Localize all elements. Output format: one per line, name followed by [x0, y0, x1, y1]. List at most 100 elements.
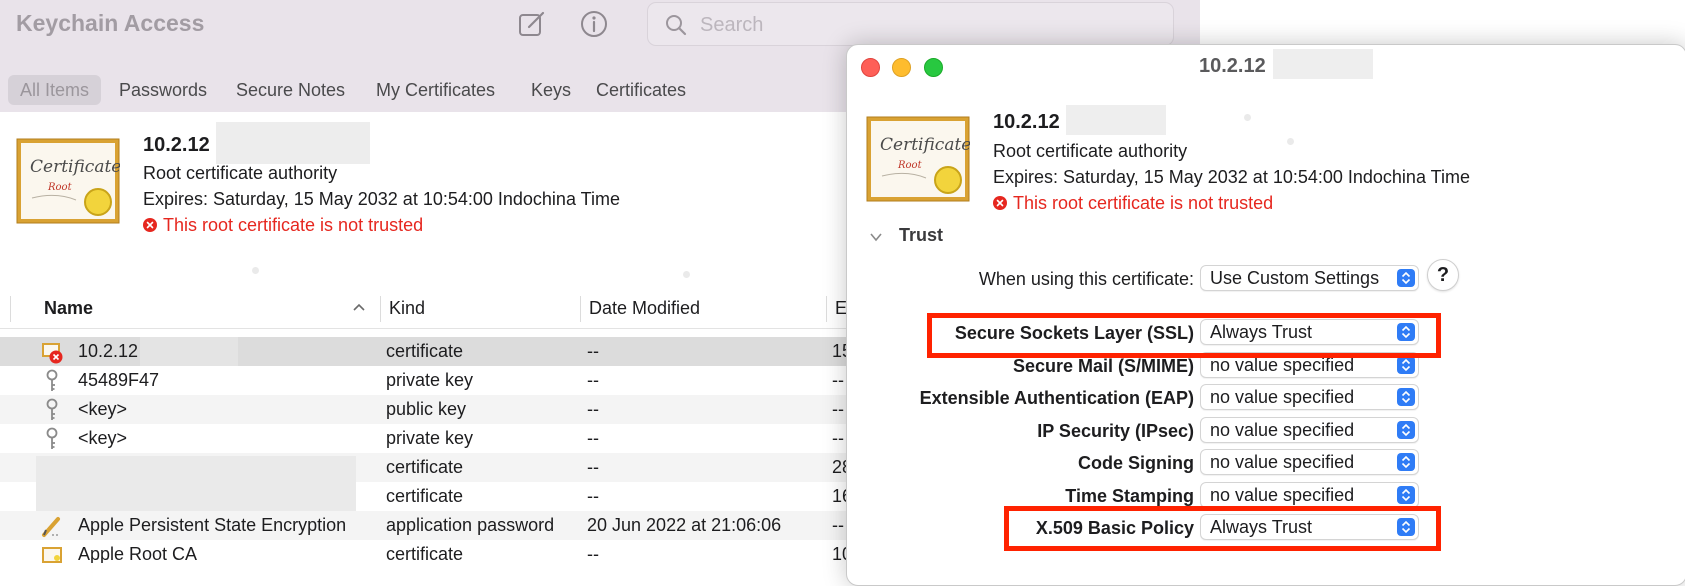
code-signing-value: no value specified [1210, 452, 1355, 472]
row-expires: -- [832, 515, 844, 535]
tab-passwords[interactable]: Passwords [119, 75, 207, 105]
chevron-updown-icon [1397, 486, 1415, 504]
chevron-updown-icon [1397, 269, 1415, 287]
trust-section-header[interactable]: Trust [899, 225, 943, 246]
compose-icon[interactable] [516, 8, 548, 40]
smime-value: no value specified [1210, 355, 1355, 375]
redacted-area [1273, 49, 1373, 79]
tab-my-certificates[interactable]: My Certificates [376, 75, 495, 105]
minimize-button[interactable] [892, 58, 911, 77]
info-icon[interactable] [578, 8, 610, 40]
trust-warning-text: This root certificate is not trusted [163, 215, 424, 235]
row-expires: -- [832, 428, 844, 448]
certificate-icon: Certificate Root [16, 138, 120, 224]
dialog-trust-warning-text: This root certificate is not trusted [1013, 193, 1274, 213]
row-kind: certificate [386, 486, 464, 506]
row-kind: private key [386, 428, 474, 448]
svg-text:Certificate: Certificate [880, 135, 970, 155]
svg-text:Certificate: Certificate [30, 157, 120, 177]
row-kind: certificate [386, 457, 464, 477]
column-name-header[interactable]: Name [44, 298, 93, 319]
error-icon [993, 196, 1007, 210]
row-date-modified: -- [587, 341, 599, 361]
smime-label: Secure Mail (S/MIME) [1012, 356, 1194, 376]
column-kind-header[interactable]: Kind [389, 298, 425, 319]
app-title: Keychain Access [16, 10, 205, 36]
decorative-dot [1244, 114, 1251, 121]
time-stamping-popup[interactable]: no value specified [1200, 482, 1419, 508]
chevron-updown-icon [1397, 356, 1415, 374]
eap-label: Extensible Authentication (EAP) [919, 388, 1194, 408]
row-date-modified: -- [587, 457, 599, 477]
ipsec-value: no value specified [1210, 420, 1355, 440]
row-name: 10.2.12 [78, 341, 139, 361]
column-divider [826, 296, 827, 322]
certificate-type: Root certificate authority [143, 163, 338, 183]
redacted-area [36, 456, 356, 519]
time-stamping-value: no value specified [1210, 485, 1355, 505]
redacted-area [140, 337, 238, 366]
decorative-dot [683, 271, 690, 278]
code-signing-label: Code Signing [1078, 453, 1194, 473]
certificate-name: 10.2.12 [143, 134, 210, 156]
row-kind: certificate [386, 341, 464, 361]
code-signing-popup[interactable]: no value specified [1200, 449, 1419, 475]
pencil-icon [42, 517, 60, 537]
redacted-area [216, 122, 370, 164]
ipsec-popup[interactable]: no value specified [1200, 417, 1419, 443]
key-icon [46, 427, 58, 449]
row-name: <key> [78, 428, 128, 448]
row-date-modified: -- [587, 370, 599, 390]
column-divider [580, 296, 581, 322]
tab-secure-notes[interactable]: Secure Notes [236, 75, 345, 105]
close-button[interactable] [861, 58, 880, 77]
row-name: <key> [78, 399, 128, 419]
row-expires: -- [832, 370, 844, 390]
when-using-popup[interactable]: Use Custom Settings [1200, 265, 1419, 291]
column-divider [380, 296, 381, 322]
dialog-certificate-expiry: Expires: Saturday, 15 May 2032 at 10:54:… [993, 167, 1470, 187]
row-kind: certificate [386, 544, 464, 563]
when-using-value: Use Custom Settings [1210, 268, 1380, 288]
decorative-dot [1287, 138, 1294, 145]
tab-certificates[interactable]: Certificates [596, 75, 686, 105]
row-kind: private key [386, 370, 474, 390]
key-icon [46, 398, 58, 420]
error-icon [143, 218, 157, 232]
row-name: 45489F47 [78, 370, 160, 390]
row-date-modified: 20 Jun 2022 at 21:06:06 [587, 515, 782, 535]
dialog-trust-warning: This root certificate is not trusted [993, 193, 1273, 214]
row-kind: application password [386, 515, 555, 535]
certificate-untrusted-icon [42, 343, 63, 364]
disclosure-chevron-icon[interactable] [869, 231, 883, 243]
row-date-modified: -- [587, 486, 599, 506]
tab-all-items[interactable]: All Items [8, 75, 102, 105]
svg-text:Root: Root [47, 182, 73, 193]
help-button[interactable]: ? [1427, 259, 1459, 291]
redacted-area [1066, 105, 1166, 135]
column-divider [10, 296, 11, 322]
time-stamping-label: Time Stamping [1065, 486, 1194, 506]
chevron-updown-icon [1397, 388, 1415, 406]
row-date-modified: -- [587, 428, 599, 448]
key-icon [46, 369, 58, 391]
row-name: Apple Root CA [78, 544, 198, 563]
column-date-modified-header[interactable]: Date Modified [589, 298, 700, 319]
x509-highlight-box [1004, 506, 1441, 551]
ipsec-label: IP Security (IPsec) [1037, 421, 1194, 441]
zoom-button[interactable] [924, 58, 943, 77]
eap-popup[interactable]: no value specified [1200, 384, 1419, 410]
sort-ascending-icon[interactable] [352, 302, 366, 312]
ssl-highlight-box [927, 313, 1441, 358]
tab-keys[interactable]: Keys [531, 75, 571, 105]
certificate-icon [42, 547, 62, 563]
trust-warning: This root certificate is not trusted [143, 215, 423, 236]
when-using-label: When using this certificate: [978, 269, 1194, 289]
certificate-expiry: Expires: Saturday, 15 May 2032 at 10:54:… [143, 189, 620, 209]
row-date-modified: -- [587, 544, 599, 563]
dialog-title: 10.2.12 [1199, 55, 1266, 77]
search-field[interactable] [647, 2, 1174, 46]
decorative-dot [252, 267, 259, 274]
dialog-certificate-type: Root certificate authority [993, 141, 1188, 161]
search-input[interactable] [698, 9, 1142, 41]
